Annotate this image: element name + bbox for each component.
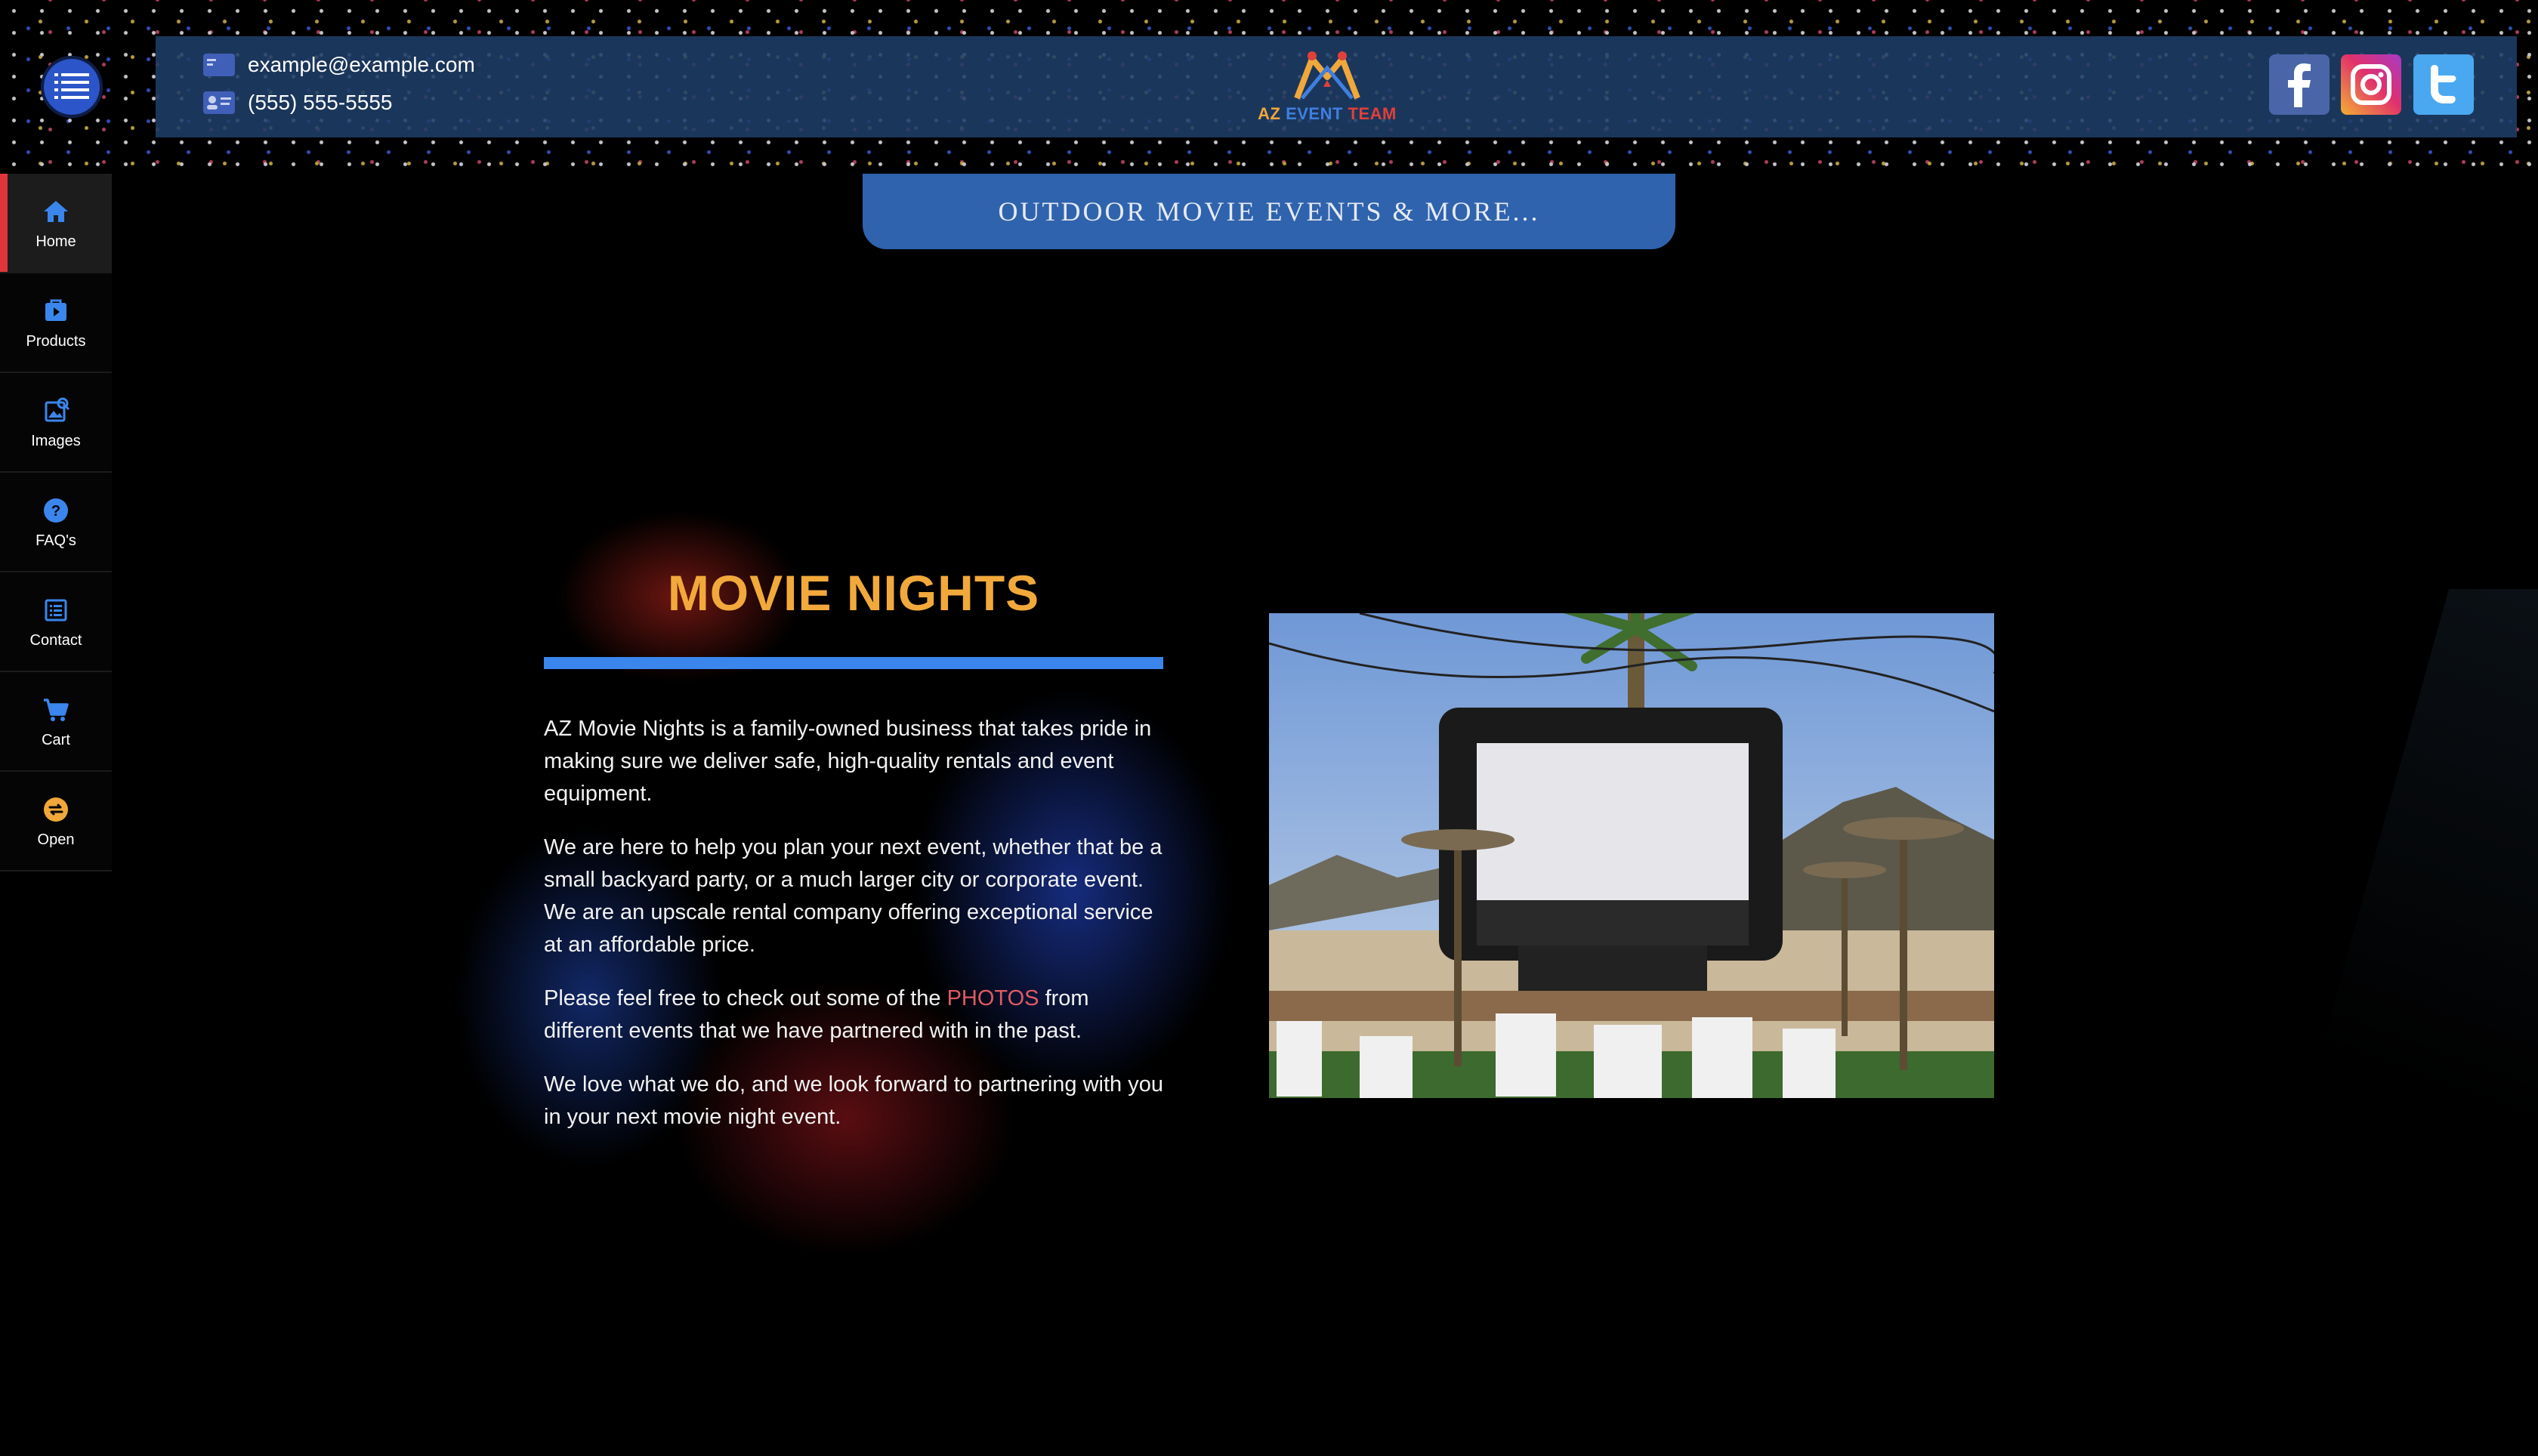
sidebar-item-open[interactable]: Open (0, 772, 112, 871)
facebook-icon (2288, 63, 2311, 107)
sidebar-item-label: Images (31, 432, 81, 449)
events-banner[interactable]: OUTDOOR MOVIE EVENTS & MORE... (863, 174, 1675, 249)
contact-card-icon (203, 91, 235, 114)
phone-contact[interactable]: (555) 555-5555 (202, 91, 392, 115)
products-icon (45, 299, 66, 321)
sidebar-item-faqs[interactable]: ? FAQ's (0, 473, 112, 572)
sidebar-item-label: Cart (42, 731, 70, 748)
photos-paragraph: Please feel free to check out some of th… (544, 982, 1163, 1047)
logo-text-team: TEAM (1348, 104, 1397, 123)
header-bar: example@example.com (555) 555-5555 AZ EV… (156, 36, 2517, 137)
facebook-link[interactable] (2269, 54, 2330, 115)
photos-paragraph-text-before: Please feel free to check out some of th… (544, 986, 947, 1010)
twitter-icon (2431, 65, 2456, 103)
services-paragraph: We are here to help you plan your next e… (544, 835, 1162, 957)
sidebar-item-cart[interactable]: Cart (0, 672, 112, 772)
sidebar-nav: Home Products Images ? FAQ's Contact Car… (0, 174, 112, 871)
logo[interactable]: AZ EVENT TEAM (1255, 45, 1399, 128)
sidebar-item-label: FAQ's (36, 532, 76, 549)
intro-paragraph: AZ Movie Nights is a family-owned busine… (544, 717, 1152, 806)
email-card-icon (203, 54, 235, 76)
swap-icon (44, 797, 68, 822)
sidebar-item-home[interactable]: Home (0, 174, 112, 273)
sidebar-item-label: Open (37, 831, 75, 848)
sidebar-item-label: Products (26, 332, 86, 350)
help-icon: ? (44, 498, 68, 523)
closing-paragraph: We love what we do, and we look forward … (544, 1072, 1163, 1129)
email-contact[interactable]: example@example.com (202, 53, 475, 77)
phone-text: (555) 555-5555 (248, 91, 393, 114)
sidebar-item-images[interactable]: Images (0, 373, 112, 473)
email-text: example@example.com (248, 53, 475, 76)
list-icon (54, 73, 89, 99)
logo-text-event: EVENT (1286, 104, 1343, 123)
sidebar-item-products[interactable]: Products (0, 273, 112, 373)
images-icon (45, 397, 70, 421)
contact-icon (45, 599, 67, 621)
page-title: MOVIE NIGHTS (667, 565, 1040, 621)
page: example@example.com (555) 555-5555 AZ EV… (0, 0, 2538, 1456)
logo-text-az: AZ (1258, 104, 1281, 123)
twitter-link[interactable] (2413, 54, 2474, 115)
logo-graphic (1294, 51, 1360, 100)
corner-decoration (2206, 589, 2538, 1456)
home-icon (44, 200, 68, 222)
sidebar-item-label: Home (36, 233, 76, 250)
svg-text:?: ? (51, 503, 60, 520)
menu-toggle-button[interactable] (41, 56, 103, 118)
instagram-link[interactable] (2341, 54, 2401, 115)
sidebar-item-label: Contact (29, 631, 82, 649)
main-content: MOVIE NIGHTS AZ Movie Nights is a family… (544, 559, 1163, 1134)
logo-text: AZ EVENT TEAM (1255, 104, 1399, 124)
instagram-icon (2351, 64, 2391, 105)
cart-icon (44, 698, 69, 721)
outdoor-movie-screen-photo (1269, 613, 1994, 1098)
event-photo-illustration (1269, 613, 1994, 1098)
title-divider (544, 657, 1163, 669)
sidebar-item-contact[interactable]: Contact (0, 572, 112, 672)
photos-link[interactable]: PHOTOS (947, 986, 1039, 1010)
